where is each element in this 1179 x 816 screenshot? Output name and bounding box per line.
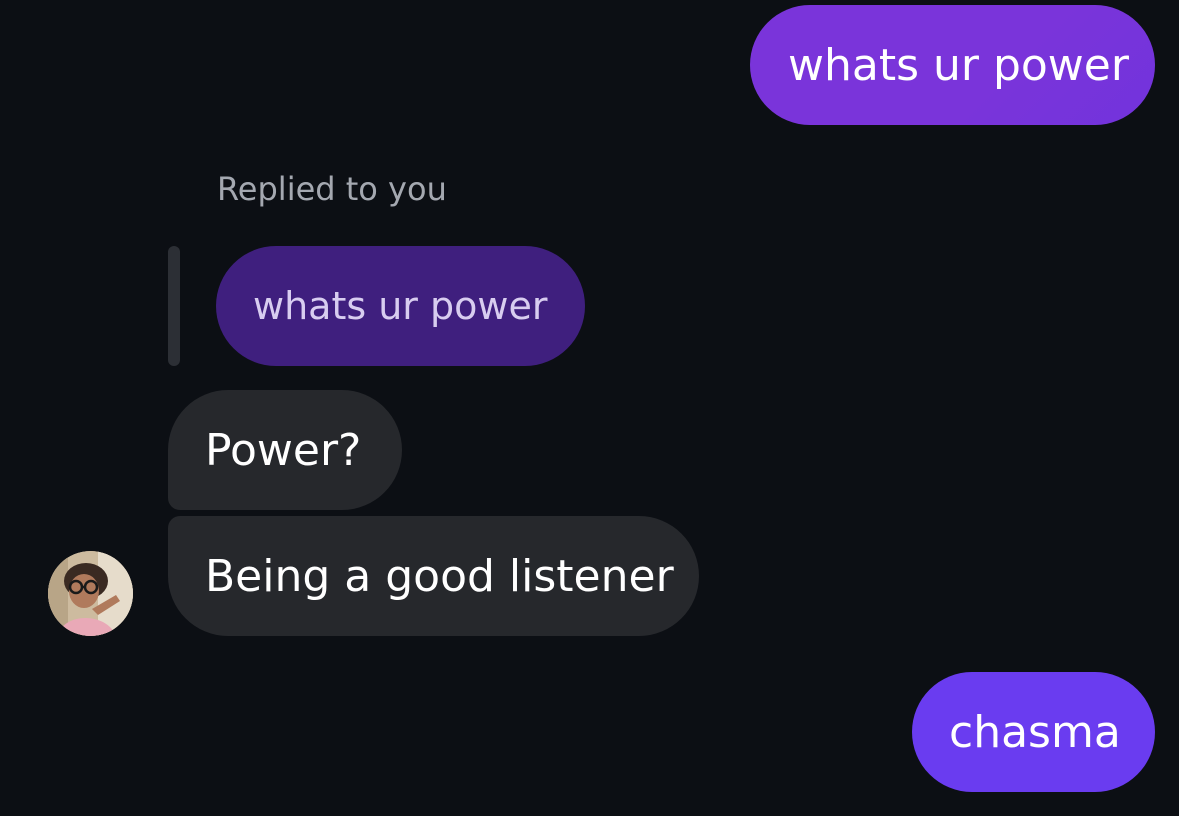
- chat-thread: whats ur power Replied to you whats ur p…: [0, 0, 1179, 816]
- reply-indicator-bar: [168, 246, 180, 366]
- profile-photo-icon: [48, 551, 133, 636]
- incoming-message-bubble[interactable]: Power?: [168, 390, 402, 510]
- incoming-message-text: Power?: [205, 424, 362, 476]
- quoted-message-bubble[interactable]: whats ur power: [216, 246, 585, 366]
- outgoing-message-bubble[interactable]: whats ur power: [750, 5, 1155, 125]
- outgoing-message-text: whats ur power: [788, 39, 1129, 91]
- incoming-message-text-2: Being a good listener: [205, 550, 674, 602]
- quoted-message-text: whats ur power: [253, 284, 548, 328]
- sender-avatar[interactable]: [48, 551, 133, 636]
- outgoing-message-bubble-2[interactable]: chasma: [912, 672, 1155, 792]
- reply-caption: Replied to you: [217, 170, 447, 208]
- incoming-message-bubble-2[interactable]: Being a good listener: [168, 516, 699, 636]
- outgoing-message-text-2: chasma: [949, 706, 1121, 758]
